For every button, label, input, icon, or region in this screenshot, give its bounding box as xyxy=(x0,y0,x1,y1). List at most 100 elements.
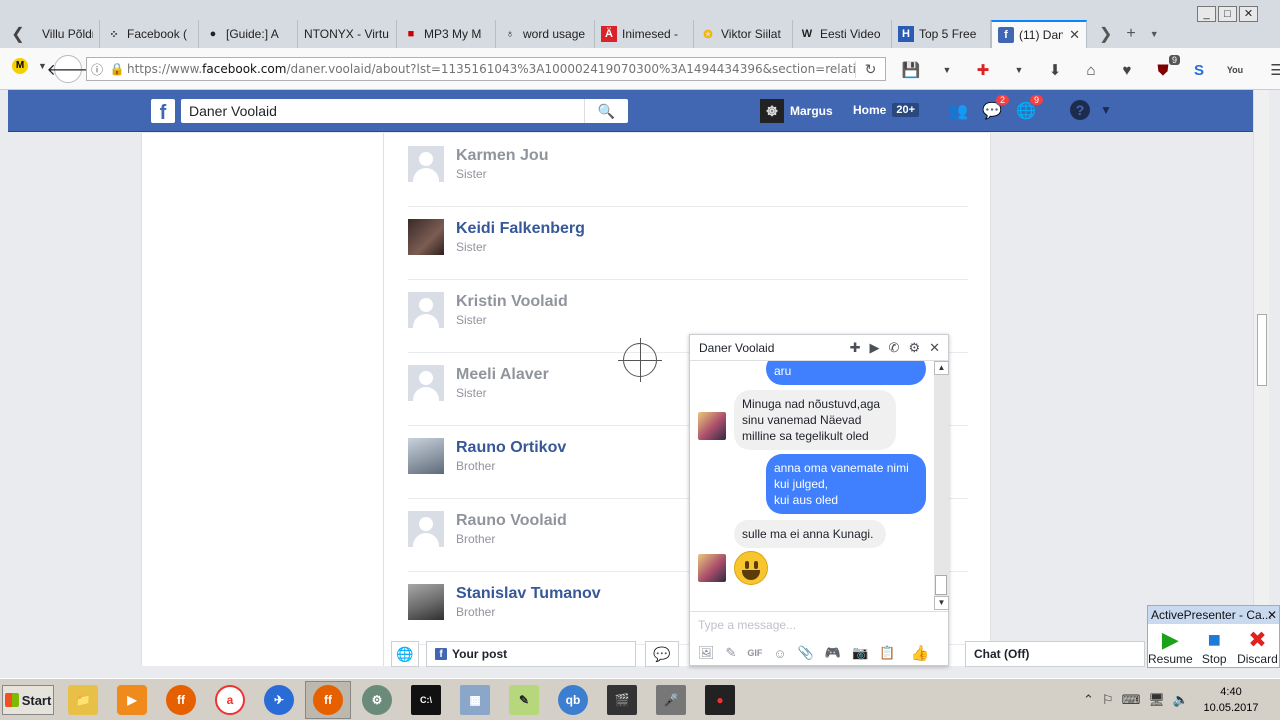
calculator-icon[interactable]: ▦ xyxy=(452,681,498,719)
qbittorrent-icon[interactable]: qb xyxy=(550,681,596,719)
firefox-active-icon[interactable]: ff xyxy=(305,681,351,719)
game-icon[interactable]: 🎮 xyxy=(825,645,841,661)
download-icon[interactable]: ⬇ xyxy=(1044,61,1066,79)
add-people-icon[interactable]: ✚ xyxy=(850,340,861,356)
chat-scroll-thumb[interactable] xyxy=(935,575,947,595)
extension-m-icon[interactable]: M xyxy=(12,58,28,74)
file-explorer-icon[interactable]: 📁 xyxy=(60,681,106,719)
avatar[interactable] xyxy=(408,584,444,620)
ublock-icon[interactable]: ⛊ 9 xyxy=(1152,54,1180,79)
attachment-icon[interactable]: 📎 xyxy=(798,645,814,661)
phone-call-icon[interactable]: ✆ xyxy=(889,340,900,356)
browser-tab[interactable]: Ä Inimesed - xyxy=(595,20,694,48)
browser-tab[interactable]: H Top 5 Free xyxy=(892,20,991,48)
network-tray-icon[interactable]: 🖥 xyxy=(1148,692,1165,708)
browser-tab[interactable]: ⁘ Facebook ( xyxy=(100,20,199,48)
messenger-icon[interactable]: 💬 2 xyxy=(980,94,1010,123)
close-icon[interactable]: ✕ xyxy=(1267,606,1277,624)
close-window-button[interactable]: ✕ xyxy=(1239,6,1258,22)
help-icon[interactable]: ? xyxy=(1070,100,1090,120)
pocket-icon[interactable]: ♥ xyxy=(1116,62,1138,79)
browser-tab[interactable]: ● [Guide:] A xyxy=(199,20,298,48)
thunderbird-icon[interactable]: ✈ xyxy=(256,681,302,719)
camera-icon[interactable]: 📷 xyxy=(852,645,868,661)
new-tab-icon[interactable]: + xyxy=(1126,25,1135,43)
member-name[interactable]: Rauno Ortikov xyxy=(456,439,566,457)
minimize-button[interactable]: _ xyxy=(1197,6,1216,22)
friend-requests-icon[interactable]: 👥 xyxy=(946,99,970,123)
url-text[interactable]: https://www.facebook.com/daner.voolaid/a… xyxy=(127,62,855,76)
browser-tab[interactable]: W Eesti Video xyxy=(793,20,892,48)
home-icon[interactable]: ⌂ xyxy=(1080,62,1102,79)
clock[interactable]: 4:40 10.05.2017 xyxy=(1196,684,1266,716)
menu-icon[interactable]: ☰ xyxy=(1266,61,1280,79)
browser-tab[interactable]: Villu Põldm xyxy=(36,20,100,48)
avatar[interactable] xyxy=(408,219,444,255)
back-button[interactable]: 🡐 xyxy=(47,55,89,83)
media-player-icon[interactable]: ▶ xyxy=(109,681,155,719)
avatar[interactable] xyxy=(408,438,444,474)
search-icon[interactable]: 🔍 xyxy=(584,99,628,123)
facebook-logo-icon[interactable]: f xyxy=(151,99,175,124)
firstaid-icon[interactable]: ✚ xyxy=(972,61,994,79)
chat-scrollbar[interactable]: ▲ ▼ xyxy=(934,361,949,610)
save-icon[interactable]: 💾 xyxy=(900,61,922,79)
discard-button[interactable]: ✖ Discard xyxy=(1236,624,1279,668)
microphone-icon[interactable]: 🎤 xyxy=(648,681,694,719)
recorder-icon[interactable]: ● xyxy=(697,681,743,719)
emoji-icon[interactable]: ☺ xyxy=(773,646,786,661)
dropdown-icon[interactable]: ▼ xyxy=(1008,65,1030,75)
tab-scroll-left-icon[interactable]: ❮ xyxy=(0,20,36,48)
maximize-button[interactable]: □ xyxy=(1218,6,1237,22)
browser-tab[interactable]: ♁ word usage xyxy=(496,20,595,48)
stop-button[interactable]: ■ Stop xyxy=(1193,624,1236,668)
scroll-up-icon[interactable]: ▲ xyxy=(934,361,949,375)
chat-title[interactable]: Daner Voolaid xyxy=(699,341,850,355)
photo-icon[interactable]: 🖼 xyxy=(698,645,715,661)
page-scrollbar[interactable] xyxy=(1253,90,1269,666)
usb-icon[interactable]: ⌨ xyxy=(1122,692,1141,708)
info-icon[interactable]: ⓘ xyxy=(87,61,107,78)
your-post-tab[interactable]: f Your post xyxy=(426,641,636,667)
network-icon[interactable]: ⚙ xyxy=(354,681,400,719)
reload-icon[interactable]: ↻ xyxy=(855,60,885,78)
start-button[interactable]: Start xyxy=(2,685,54,715)
scrollbar-thumb[interactable] xyxy=(1257,314,1267,386)
close-tab-icon[interactable]: ✕ xyxy=(1069,27,1080,43)
volume-icon[interactable]: 🔈 xyxy=(1173,692,1189,708)
thumbs-up-icon[interactable]: 👍 xyxy=(910,644,929,662)
scroll-down-icon[interactable]: ▼ xyxy=(934,596,949,610)
gif-icon[interactable]: GIF xyxy=(747,648,762,658)
tab-list-dropdown-icon[interactable]: ▼ xyxy=(1150,29,1159,39)
browser-tab[interactable]: ■ MP3 My M xyxy=(397,20,496,48)
sticker-icon[interactable]: ✎ xyxy=(726,645,737,661)
flag-icon[interactable]: ⚐ xyxy=(1102,692,1114,708)
message-input[interactable] xyxy=(690,612,948,638)
new-message-icon[interactable]: 💬 xyxy=(645,641,679,667)
s-extension-icon[interactable]: S xyxy=(1188,62,1210,79)
close-icon[interactable]: ✕ xyxy=(929,340,940,356)
home-link[interactable]: Home 20+ xyxy=(853,103,920,117)
chat-sidebar-toggle[interactable]: Chat (Off) xyxy=(965,641,1145,667)
profile-link[interactable]: ☸ Margus xyxy=(760,99,833,123)
chat-header[interactable]: Daner Voolaid ✚ ▶ ✆ ⚙ ✕ xyxy=(690,335,948,361)
member-name[interactable]: Keidi Falkenberg xyxy=(456,220,585,238)
browser-tab[interactable]: NTONYX - Virtu xyxy=(298,20,397,48)
tray-expand-icon[interactable]: ⌃ xyxy=(1083,692,1094,708)
account-menu-caret-icon[interactable]: ▼ xyxy=(1100,103,1112,117)
search-input[interactable] xyxy=(181,100,584,122)
video-editor-icon[interactable]: 🎬 xyxy=(599,681,645,719)
browser-tab[interactable]: f (11) Dan ✕ xyxy=(991,20,1087,48)
globe-icon[interactable]: 🌐 xyxy=(391,641,419,667)
command-prompt-icon[interactable]: C:\ xyxy=(403,681,449,719)
clipboard-icon[interactable]: 📋 xyxy=(879,645,895,661)
firefox-icon[interactable]: ff xyxy=(158,681,204,719)
youtube-icon[interactable]: You xyxy=(1224,65,1246,75)
member-name[interactable]: Stanislav Tumanov xyxy=(456,585,601,603)
video-call-icon[interactable]: ▶ xyxy=(870,340,880,356)
dropdown-icon[interactable]: ▼ xyxy=(936,65,958,75)
address-bar[interactable]: ⓘ 🔒 https://www.facebook.com/daner.voola… xyxy=(86,57,886,81)
notepad-icon[interactable]: ✎ xyxy=(501,681,547,719)
audacity-icon[interactable]: a xyxy=(207,681,253,719)
resume-button[interactable]: ▶ Resume xyxy=(1148,624,1193,668)
